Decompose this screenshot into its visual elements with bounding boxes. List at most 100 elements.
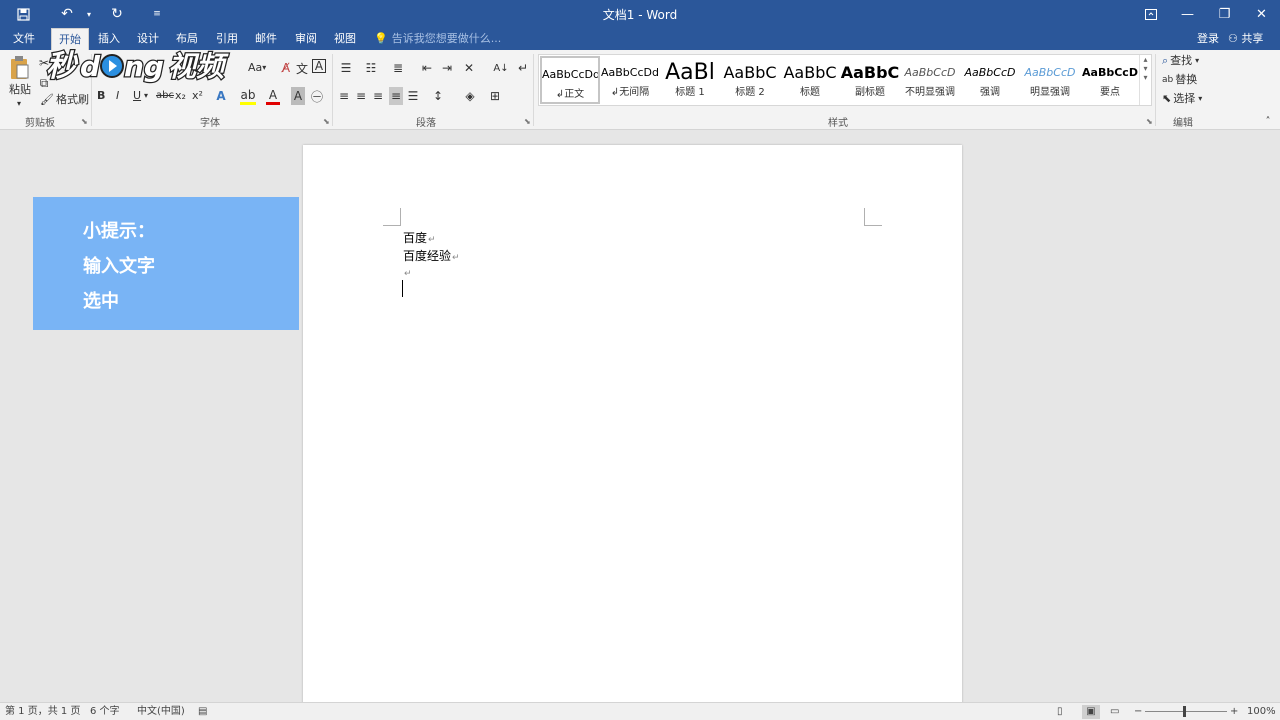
select-label: 选择 bbox=[1173, 92, 1196, 105]
shading-icon[interactable]: ◈ bbox=[461, 87, 479, 105]
increase-indent-icon[interactable]: ⇥ bbox=[439, 59, 455, 77]
style-title[interactable]: AaBbC 标题 bbox=[780, 56, 840, 104]
distributed-icon[interactable]: ☰ bbox=[406, 87, 420, 105]
borders-icon[interactable]: ⊞ bbox=[486, 87, 504, 105]
more-styles-icon[interactable]: ▾ bbox=[1140, 73, 1151, 82]
underline-button[interactable]: U bbox=[133, 88, 141, 104]
bullets-icon[interactable]: ☰ bbox=[337, 59, 355, 77]
word-count[interactable]: 6 个字 bbox=[90, 705, 120, 719]
style-preview: AaBbCcD bbox=[964, 66, 1016, 79]
multilevel-list-icon[interactable]: ≣ bbox=[389, 59, 407, 77]
clear-formatting-icon[interactable]: A̸ bbox=[279, 59, 293, 77]
align-center-icon[interactable]: ≡ bbox=[354, 87, 368, 105]
style-heading-1[interactable]: AaBl 标题 1 bbox=[660, 56, 720, 104]
tip-line: 选中 bbox=[83, 291, 119, 312]
replace-button[interactable]: ab 替换 bbox=[1162, 72, 1197, 88]
text-cursor bbox=[402, 280, 403, 297]
paragraph-launcher-icon[interactable]: ⬊ bbox=[524, 117, 531, 126]
italic-button[interactable]: I bbox=[116, 88, 119, 104]
numbering-icon[interactable]: ☷ bbox=[362, 59, 380, 77]
web-layout-icon[interactable]: ▭ bbox=[1110, 705, 1119, 719]
style-normal[interactable]: AaBbCcDd ↲正文 bbox=[540, 56, 600, 104]
show-marks-icon[interactable]: ↵ bbox=[516, 59, 530, 77]
style-no-spacing[interactable]: AaBbCcDd ↲无间隔 bbox=[600, 56, 660, 104]
macro-record-icon[interactable]: ▤ bbox=[198, 705, 207, 719]
tab-mailings[interactable]: 邮件 bbox=[249, 28, 283, 50]
collapse-ribbon-icon[interactable]: ˄ bbox=[1262, 112, 1274, 130]
replace-label: 替换 bbox=[1175, 73, 1198, 86]
font-launcher-icon[interactable]: ⬊ bbox=[323, 117, 330, 126]
align-right-icon[interactable]: ≡ bbox=[371, 87, 385, 105]
document-page[interactable]: 百度↵ 百度经验↵ ↵ bbox=[303, 145, 962, 705]
sign-in-link[interactable]: 登录 bbox=[1197, 28, 1219, 50]
text-effects-icon[interactable]: A bbox=[214, 87, 228, 105]
line-spacing-icon[interactable]: ↕ bbox=[429, 87, 447, 105]
superscript-button[interactable]: x² bbox=[192, 88, 203, 104]
zoom-slider[interactable] bbox=[1145, 711, 1227, 712]
language[interactable]: 中文(中国) bbox=[137, 705, 185, 719]
person-icon: ⚇ bbox=[1228, 32, 1238, 45]
align-left-icon[interactable]: ≡ bbox=[337, 87, 351, 105]
bold-button[interactable]: B bbox=[97, 88, 105, 104]
zoom-level[interactable]: 100% bbox=[1247, 705, 1276, 719]
select-button[interactable]: ⬉ 选择 ▾ bbox=[1162, 91, 1202, 107]
subscript-button[interactable]: x₂ bbox=[175, 88, 186, 104]
clipboard-launcher-icon[interactable]: ⬊ bbox=[81, 117, 88, 126]
styles-launcher-icon[interactable]: ⬊ bbox=[1146, 117, 1153, 126]
paste-icon[interactable] bbox=[8, 54, 30, 82]
style-intense-emphasis[interactable]: AaBbCcD 明显强调 bbox=[1020, 56, 1080, 104]
ribbon-display-options-icon[interactable] bbox=[1132, 0, 1169, 28]
underline-dropdown-icon[interactable]: ▾ bbox=[144, 88, 148, 104]
cursor-icon: ⬉ bbox=[1162, 92, 1172, 105]
svg-text:秒: 秒 bbox=[46, 49, 79, 84]
style-name: 明显强调 bbox=[1030, 87, 1070, 98]
sort-icon[interactable]: A↓ bbox=[493, 59, 508, 77]
find-label: 查找 bbox=[1170, 54, 1193, 67]
close-icon[interactable]: ✕ bbox=[1243, 0, 1280, 28]
style-subtitle[interactable]: AaBbC 副标题 bbox=[840, 56, 900, 104]
strikethrough-button[interactable]: abc bbox=[156, 88, 174, 104]
tab-review[interactable]: 审阅 bbox=[289, 28, 323, 50]
print-layout-icon[interactable]: ▣ bbox=[1082, 705, 1100, 719]
chinese-layout-icon[interactable]: ✕ bbox=[461, 59, 477, 77]
style-strong[interactable]: AaBbCcD 要点 bbox=[1080, 56, 1140, 104]
format-painter-button[interactable]: 🖌 格式刷 bbox=[40, 92, 89, 108]
style-name: ↲无间隔 bbox=[610, 87, 650, 98]
page-count[interactable]: 第 1 页，共 1 页 bbox=[5, 705, 80, 719]
character-border-icon[interactable]: A bbox=[312, 59, 326, 73]
zoom-out-icon[interactable]: − bbox=[1134, 705, 1142, 719]
read-mode-icon[interactable]: ▯ bbox=[1057, 705, 1063, 719]
document-line[interactable]: ↵ bbox=[403, 265, 412, 279]
restore-icon[interactable]: ❐ bbox=[1206, 0, 1243, 28]
tab-view[interactable]: 视图 bbox=[328, 28, 362, 50]
share-button[interactable]: ⚇ 共享 bbox=[1228, 28, 1263, 50]
highlight-color-icon[interactable]: ab bbox=[240, 87, 256, 105]
scroll-up-icon[interactable]: ▴ bbox=[1140, 55, 1151, 64]
decrease-indent-icon[interactable]: ⇤ bbox=[419, 59, 435, 77]
paste-dropdown-icon[interactable]: ▾ bbox=[17, 96, 21, 112]
style-preview: AaBbCcD bbox=[1082, 66, 1138, 79]
style-preview: AaBl bbox=[665, 60, 715, 85]
styles-gallery-scroll[interactable]: ▴ ▾ ▾ bbox=[1139, 55, 1151, 105]
scroll-down-icon[interactable]: ▾ bbox=[1140, 64, 1151, 73]
justify-icon[interactable]: ≡ bbox=[389, 87, 403, 105]
zoom-slider-thumb[interactable] bbox=[1183, 706, 1186, 717]
enclose-characters-icon[interactable]: ㊀ bbox=[310, 87, 324, 105]
document-line[interactable]: 百度经验↵ bbox=[403, 247, 460, 264]
paragraph-group-label: 段落 bbox=[416, 118, 436, 129]
document-line[interactable]: 百度↵ bbox=[403, 229, 436, 246]
style-heading-2[interactable]: AaBbC 标题 2 bbox=[720, 56, 780, 104]
character-shading-icon[interactable]: A bbox=[291, 87, 305, 105]
style-preview: AaBbCcD bbox=[1024, 66, 1076, 79]
find-button[interactable]: ⌕ 查找 ▾ bbox=[1162, 53, 1199, 69]
tell-me-search[interactable]: 💡 告诉我您想要做什么... bbox=[374, 28, 501, 50]
font-color-icon[interactable]: A bbox=[266, 87, 280, 105]
separator bbox=[1155, 54, 1156, 126]
phonetic-guide-icon[interactable]: 文 bbox=[295, 59, 309, 77]
change-case-button[interactable]: Aa ▾ bbox=[248, 60, 266, 76]
zoom-in-icon[interactable]: + bbox=[1230, 705, 1238, 719]
style-emphasis[interactable]: AaBbCcD 强调 bbox=[960, 56, 1020, 104]
style-subtle-emphasis[interactable]: AaBbCcD 不明显强调 bbox=[900, 56, 960, 104]
minimize-icon[interactable]: — bbox=[1169, 0, 1206, 28]
tab-file[interactable]: 文件 bbox=[6, 28, 42, 50]
